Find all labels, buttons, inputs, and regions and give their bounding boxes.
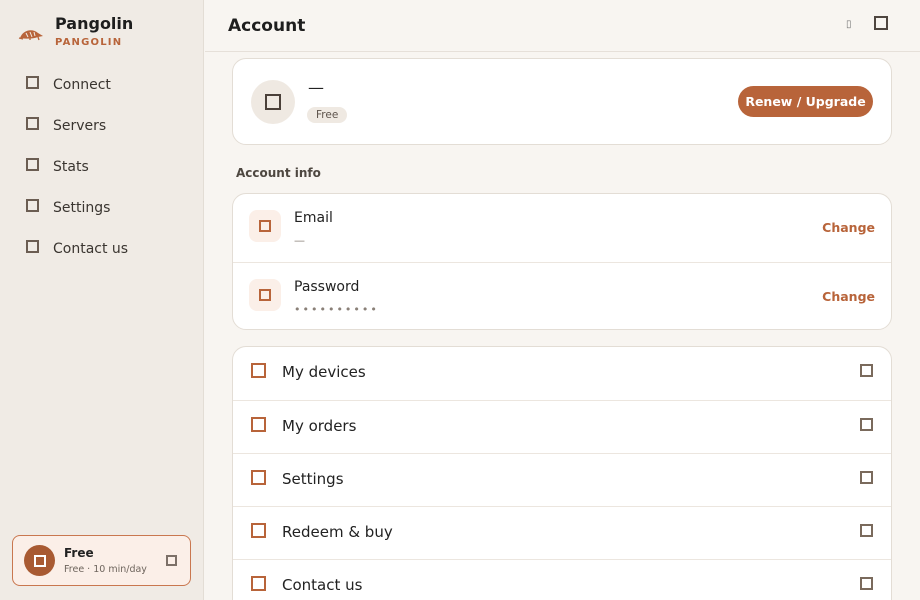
change-password-link[interactable]: Change <box>822 289 875 304</box>
chevron-right-icon <box>860 471 873 484</box>
menu-item-my-devices[interactable]: My devices <box>233 347 891 400</box>
menu-item-label: Settings <box>282 470 344 488</box>
page-title: Account <box>228 16 306 36</box>
password-label: Password <box>294 279 360 295</box>
servers-icon <box>26 117 39 130</box>
password-row: Password •••••••••• Change <box>233 262 891 330</box>
brand-subtitle: PANGOLIN <box>55 37 123 48</box>
settings-icon <box>251 470 266 485</box>
password-value: •••••••••• <box>294 303 379 316</box>
user-icon <box>265 94 281 110</box>
menu-item-settings[interactable]: Settings <box>233 453 891 506</box>
sidebar-item-connect[interactable]: Connect <box>0 64 204 105</box>
lock-icon <box>259 289 271 301</box>
email-value: — <box>294 234 307 247</box>
chevron-right-icon <box>860 524 873 537</box>
sidebar-item-label: Contact us <box>53 240 129 257</box>
pangolin-logo-icon <box>18 29 43 40</box>
plan-card[interactable]: Free Free · 10 min/day <box>12 535 191 586</box>
menu-item-contact-us[interactable]: Contact us <box>233 559 891 600</box>
sidebar-item-label: Stats <box>53 158 89 175</box>
orders-icon <box>251 417 266 432</box>
sidebar-item-label: Settings <box>53 199 111 216</box>
chevron-right-icon <box>860 364 873 377</box>
account-menu-card: My devices My orders Settings Redeem & b… <box>232 346 892 600</box>
email-row: Email — Change <box>233 194 891 262</box>
sidebar-item-label: Connect <box>53 76 111 93</box>
menu-item-my-orders[interactable]: My orders <box>233 400 891 453</box>
plan-avatar <box>24 545 55 576</box>
sidebar-item-stats[interactable]: Stats <box>0 146 204 187</box>
stats-icon <box>26 158 39 171</box>
renew-upgrade-button[interactable]: Renew / Upgrade <box>738 86 873 117</box>
chevron-right-icon <box>860 577 873 590</box>
avatar <box>251 80 295 124</box>
brand-name: Pangolin <box>55 14 134 33</box>
menu-item-label: Contact us <box>282 576 363 594</box>
profile-name: — <box>308 78 324 97</box>
devices-icon <box>251 363 266 378</box>
sidebar-item-servers[interactable]: Servers <box>0 105 204 146</box>
email-icon <box>259 220 271 232</box>
email-icon-wrap <box>249 210 281 242</box>
brand[interactable]: Pangolin PANGOLIN <box>18 14 133 49</box>
menu-item-label: My devices <box>282 363 366 381</box>
sidebar-item-contact-us[interactable]: Contact us <box>0 228 204 269</box>
plan-title: Free <box>64 545 94 560</box>
plan-icon <box>33 554 46 567</box>
section-label-account-info: Account info <box>236 166 321 180</box>
settings-icon <box>26 199 39 212</box>
sidebar-item-label: Servers <box>53 117 107 134</box>
account-info-card: Email — Change Password •••••••••• Chang… <box>232 193 892 330</box>
email-label: Email <box>294 210 333 226</box>
change-email-link[interactable]: Change <box>822 220 875 235</box>
redeem-icon <box>251 523 266 538</box>
sidebar-nav: Connect Servers Stats Settings Contact u… <box>0 64 204 269</box>
sidebar-item-settings[interactable]: Settings <box>0 187 204 228</box>
chevron-right-icon <box>860 418 873 431</box>
menu-item-label: My orders <box>282 417 357 435</box>
profile-card: — Free Renew / Upgrade <box>232 58 892 145</box>
plan-subtitle: Free · 10 min/day <box>64 563 147 575</box>
contact-icon <box>251 576 266 591</box>
top-bar: Account ▯ <box>205 0 920 52</box>
password-icon-wrap <box>249 279 281 311</box>
plan-chevron-icon <box>166 555 177 566</box>
menu-item-redeem-buy[interactable]: Redeem & buy <box>233 506 891 559</box>
plan-badge: Free <box>307 107 348 123</box>
header-action-icon[interactable] <box>874 16 888 30</box>
contact-icon <box>26 240 39 253</box>
menu-item-label: Redeem & buy <box>282 523 393 541</box>
sidebar: Pangolin PANGOLIN Connect Servers Stats … <box>0 0 204 600</box>
header-small-icon[interactable]: ▯ <box>846 19 852 30</box>
connect-icon <box>26 76 39 89</box>
